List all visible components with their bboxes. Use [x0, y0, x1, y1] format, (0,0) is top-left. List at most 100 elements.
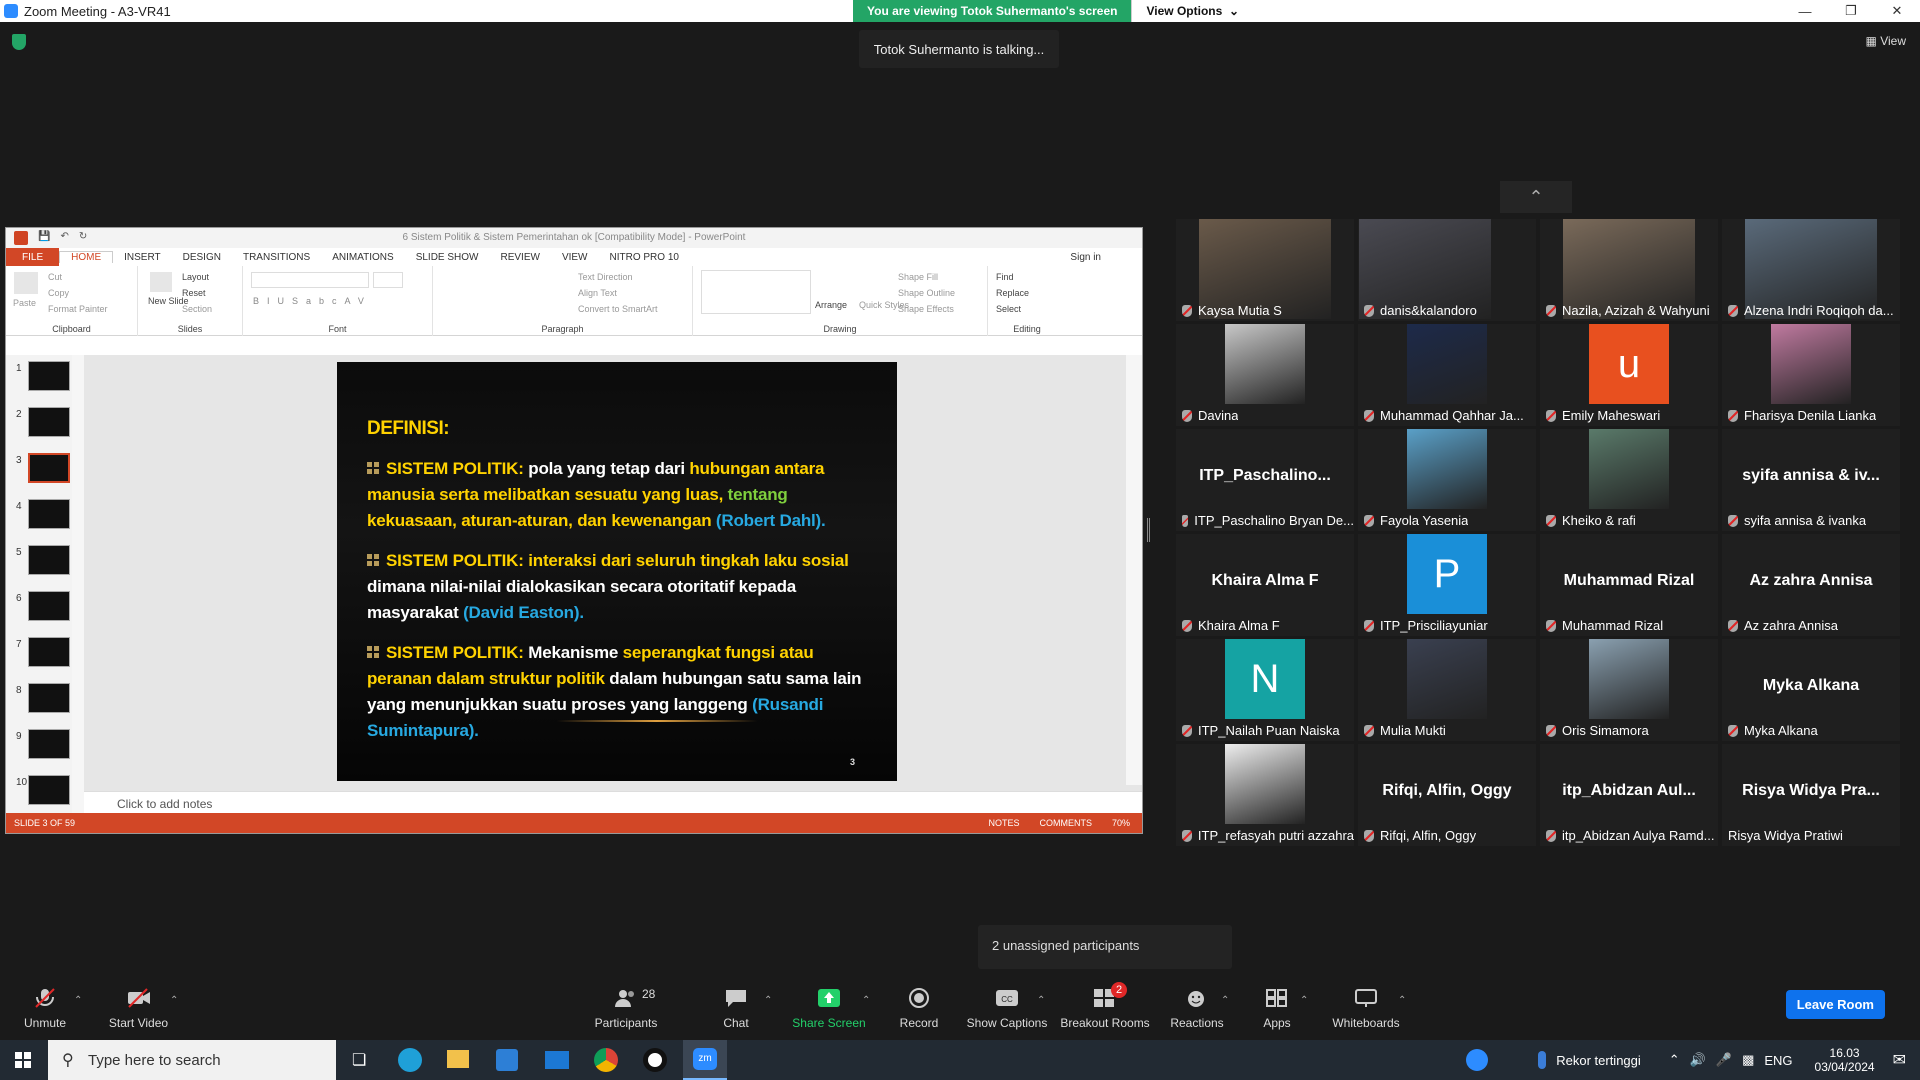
paste-icon[interactable]	[14, 272, 38, 294]
copy-button[interactable]: Copy	[48, 288, 69, 298]
security-shield-icon[interactable]	[12, 34, 26, 50]
tab-review[interactable]: REVIEW	[489, 252, 550, 263]
sign-in-link[interactable]: Sign in	[1059, 252, 1112, 263]
chevron-up-icon[interactable]: ⌃	[1500, 181, 1572, 213]
participant-tile[interactable]: Muhammad Qahhar Ja...	[1358, 324, 1536, 426]
select-button[interactable]: Select	[996, 304, 1021, 314]
taskbar-search-input[interactable]: ⚲ Type here to search	[48, 1040, 336, 1080]
slide-thumbnail[interactable]	[28, 775, 70, 805]
slide-thumbnail[interactable]	[28, 683, 70, 713]
clock[interactable]: 16.03 03/04/2024	[1815, 1046, 1875, 1074]
close-button[interactable]: ✕	[1874, 0, 1920, 22]
participant-tile[interactable]: Mulia Mukti	[1358, 639, 1536, 741]
captions-options-caret[interactable]: ⌃	[1037, 995, 1045, 1006]
apps-button[interactable]: Apps	[1260, 975, 1294, 1040]
file-explorer-icon[interactable]	[447, 1050, 469, 1068]
notes-button[interactable]: NOTES	[988, 818, 1019, 828]
view-button[interactable]: ▦ View	[1866, 34, 1906, 48]
participant-tile[interactable]: Davina	[1176, 324, 1354, 426]
restore-button[interactable]: ❐	[1828, 0, 1874, 22]
microphone-icon[interactable]: 🎤	[1716, 1052, 1732, 1068]
cut-button[interactable]: Cut	[48, 272, 62, 282]
tab-design[interactable]: DESIGN	[172, 252, 232, 263]
whiteboards-button[interactable]: Whiteboards	[1330, 975, 1402, 1040]
share-screen-button[interactable]: Share Screen	[790, 975, 868, 1040]
shapes-gallery[interactable]	[701, 270, 811, 314]
participant-tile[interactable]: Khaira Alma F Khaira Alma F	[1176, 534, 1354, 636]
participant-tile[interactable]: Kaysa Mutia S	[1176, 219, 1354, 321]
slide-thumbnail[interactable]	[28, 499, 70, 529]
zoom-taskbar-button[interactable]: zm	[683, 1040, 727, 1080]
participant-tile[interactable]: P ITP_Prisciliayuniar	[1358, 534, 1536, 636]
shape-fill-button[interactable]: Shape Fill	[898, 272, 938, 282]
slide-thumbnail[interactable]	[28, 361, 70, 391]
leave-room-button[interactable]: Leave Room	[1785, 990, 1885, 1019]
font-format-buttons[interactable]: BIUSabcAV	[253, 296, 372, 306]
store-icon[interactable]	[496, 1049, 518, 1071]
arrange-button[interactable]: Arrange	[815, 300, 847, 310]
participant-tile[interactable]: N ITP_Nailah Puan Naiska	[1176, 639, 1354, 741]
chrome-icon[interactable]	[594, 1048, 618, 1072]
audio-options-caret[interactable]: ⌃	[74, 995, 82, 1006]
notes-pane[interactable]: Click to add notes	[84, 791, 1142, 815]
participant-tile[interactable]: Risya Widya Pra... Risya Widya Pratiwi	[1722, 744, 1900, 846]
tab-animations[interactable]: ANIMATIONS	[321, 252, 404, 263]
volume-icon[interactable]: 🔊	[1690, 1052, 1706, 1068]
minimize-button[interactable]: —	[1782, 0, 1828, 22]
participant-tile[interactable]: Az zahra Annisa Az zahra Annisa	[1722, 534, 1900, 636]
tab-file[interactable]: FILE	[6, 248, 60, 266]
comments-button[interactable]: COMMENTS	[1039, 818, 1092, 828]
app-icon[interactable]	[643, 1048, 667, 1072]
tab-view[interactable]: VIEW	[551, 252, 599, 263]
notifications-icon[interactable]: ✉	[1893, 1050, 1906, 1070]
chat-options-caret[interactable]: ⌃	[764, 995, 772, 1006]
tab-nitro[interactable]: NITRO PRO 10	[599, 252, 690, 263]
mail-icon[interactable]	[545, 1051, 569, 1069]
participant-tile[interactable]: Rifqi, Alfin, Oggy Rifqi, Alfin, Oggy	[1358, 744, 1536, 846]
record-button[interactable]: Record	[895, 975, 943, 1040]
tab-home[interactable]: HOME	[59, 251, 114, 263]
tab-transitions[interactable]: TRANSITIONS	[232, 252, 321, 263]
language-indicator[interactable]: ENG	[1764, 1053, 1792, 1068]
unassigned-participants-notice[interactable]: 2 unassigned participants	[978, 925, 1232, 969]
unmute-button[interactable]: Unmute	[20, 975, 70, 1040]
reactions-options-caret[interactable]: ⌃	[1221, 995, 1229, 1006]
layout-button[interactable]: Layout	[182, 272, 209, 282]
share-options-caret[interactable]: ⌃	[862, 995, 870, 1006]
participants-button[interactable]: Participants	[595, 975, 657, 1040]
news-widget[interactable]: Rekor tertinggi	[1556, 1053, 1641, 1068]
align-text-button[interactable]: Align Text	[578, 288, 617, 298]
edge-icon[interactable]	[398, 1048, 422, 1072]
participant-tile[interactable]: Kheiko & rafi	[1540, 429, 1718, 531]
participant-tile[interactable]: Muhammad Rizal Muhammad Rizal	[1540, 534, 1718, 636]
slide-thumbnail[interactable]	[28, 637, 70, 667]
current-slide[interactable]: DEFINISI: SISTEM POLITIK: pola yang teta…	[337, 362, 897, 781]
participant-tile[interactable]: Myka Alkana Myka Alkana	[1722, 639, 1900, 741]
video-options-caret[interactable]: ⌃	[170, 995, 178, 1006]
help-icon[interactable]	[1466, 1049, 1489, 1071]
slide-thumbnail[interactable]	[28, 591, 70, 621]
start-video-button[interactable]: Start Video	[106, 975, 171, 1040]
participant-tile[interactable]: ITP_Paschalino... ITP_Paschalino Bryan De…	[1176, 429, 1354, 531]
paste-button[interactable]: Paste	[13, 298, 36, 308]
splitter-handle[interactable]	[1147, 518, 1150, 542]
participant-tile[interactable]: u Emily Maheswari	[1540, 324, 1718, 426]
font-size-select[interactable]	[373, 272, 403, 288]
section-button[interactable]: Section	[182, 304, 212, 314]
format-painter-button[interactable]: Format Painter	[48, 304, 108, 314]
tab-insert[interactable]: INSERT	[113, 252, 172, 263]
thumbnails-scrollbar[interactable]	[72, 355, 84, 815]
slide-thumbnail-selected[interactable]	[28, 453, 70, 483]
slide-thumbnail[interactable]	[28, 407, 70, 437]
convert-smartart-button[interactable]: Convert to SmartArt	[578, 304, 658, 314]
view-options-button[interactable]: View Options ⌄	[1131, 0, 1250, 22]
slide-thumbnail[interactable]	[28, 545, 70, 575]
show-captions-button[interactable]: CC Show Captions	[965, 975, 1049, 1040]
task-view-icon[interactable]: ❏	[352, 1050, 366, 1070]
zoom-level[interactable]: 70%	[1112, 818, 1130, 828]
font-family-select[interactable]	[251, 272, 369, 288]
find-button[interactable]: Find	[996, 272, 1014, 282]
participant-tile[interactable]: Alzena Indri Roqiqoh da...	[1722, 219, 1900, 321]
participant-tile[interactable]: Oris Simamora	[1540, 639, 1718, 741]
participant-tile[interactable]: syifa annisa & iv... syifa annisa & ivank…	[1722, 429, 1900, 531]
